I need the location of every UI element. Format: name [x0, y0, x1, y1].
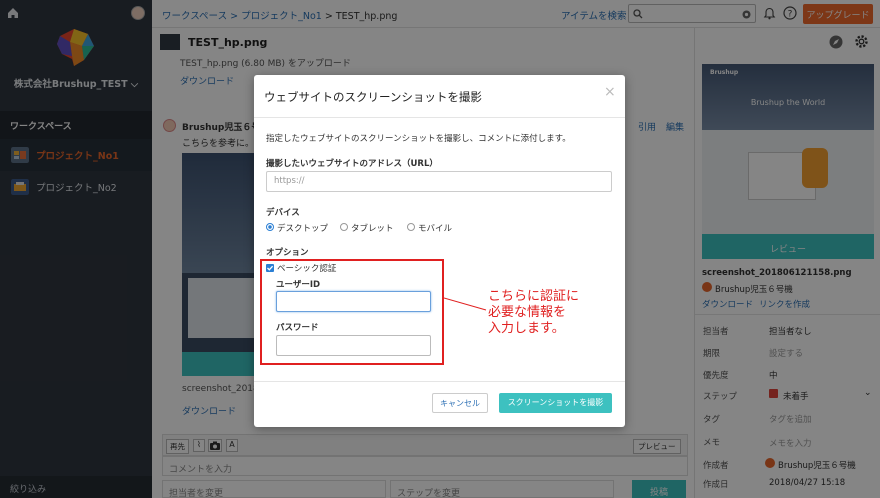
annotation-text: こちらに認証に 必要な情報を 入力します。: [488, 289, 628, 337]
annotation-line: 必要な情報を: [488, 305, 567, 320]
dialog-description: 指定したウェブサイトのスクリーンショットを撮影し、コメントに添付します。: [266, 134, 571, 144]
annotation-leader-line: [444, 297, 487, 311]
annotation-line: 入力します。: [488, 321, 565, 336]
dialog-title: ウェブサイトのスクリーンショットを撮影: [264, 90, 482, 104]
screenshot-dialog: ウェブサイトのスクリーンショットを撮影 × 指定したウェブサイトのスクリーンショ…: [254, 75, 625, 427]
cancel-button[interactable]: キャンセル: [432, 393, 488, 413]
capture-screenshot-button[interactable]: スクリーンショットを撮影: [499, 393, 612, 413]
divider: [254, 117, 625, 118]
divider: [254, 381, 625, 382]
radio-tablet[interactable]: [340, 223, 348, 231]
radio-mobile[interactable]: [407, 223, 415, 231]
close-icon[interactable]: ×: [604, 84, 616, 100]
url-input[interactable]: https://: [266, 171, 612, 192]
radio-tablet-label[interactable]: タブレット: [351, 222, 394, 234]
radio-desktop-label[interactable]: デスクトップ: [277, 222, 328, 234]
url-label: 撮影したいウェブサイトのアドレス（URL）: [266, 159, 438, 169]
radio-desktop[interactable]: [266, 223, 274, 231]
annotation-highlight-box: [260, 259, 444, 365]
annotation-line: こちらに認証に: [488, 289, 580, 304]
option-label: オプション: [266, 248, 309, 258]
device-label: デバイス: [266, 208, 300, 218]
radio-mobile-label[interactable]: モバイル: [418, 222, 452, 234]
